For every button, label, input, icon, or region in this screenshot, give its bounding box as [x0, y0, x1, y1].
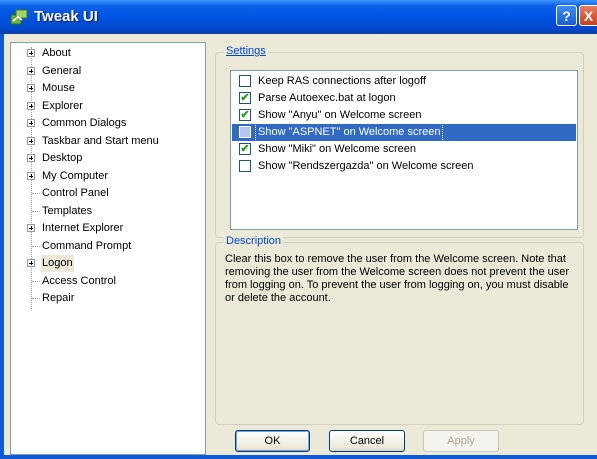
checkbox-unchecked-icon[interactable]: [239, 160, 251, 172]
expand-plus-icon[interactable]: [27, 101, 35, 110]
tweakui-app-icon: [10, 9, 28, 25]
tree-connector-line: [32, 280, 40, 282]
expand-plus-icon[interactable]: [27, 224, 35, 232]
tree-item-label: Taskbar and Start menu: [42, 134, 159, 147]
tree-item[interactable]: General: [11, 63, 201, 80]
tree-item-label: Control Panel: [42, 187, 109, 199]
settings-list[interactable]: Keep RAS connections after logoff ✔ Parse …: [230, 70, 578, 230]
tree-item[interactable]: Command Prompt: [11, 238, 201, 255]
tree-connector-line: [32, 245, 40, 247]
setting-row[interactable]: ✔ Parse Autoexec.bat at logon: [232, 90, 576, 107]
tree-item[interactable]: Taskbar and Start menu: [11, 133, 201, 150]
description-groupbox: Description Clear this box to remove the…: [215, 235, 584, 425]
expand-plus-icon[interactable]: [27, 154, 35, 162]
expand-plus-icon[interactable]: [27, 136, 35, 145]
description-text: Clear this box to remove the user from t…: [225, 253, 570, 304]
expand-plus-icon[interactable]: [27, 259, 35, 267]
tree-item-label: Internet Explorer: [42, 222, 124, 234]
tree-item-label: Desktop: [42, 152, 83, 164]
setting-label: Parse Autoexec.bat at logon: [258, 92, 396, 104]
tree-connector-line: [32, 298, 40, 299]
tree-item[interactable]: Templates: [11, 203, 201, 220]
tree-item[interactable]: Desktop: [11, 150, 201, 167]
description-groupbox-title: Description: [224, 235, 284, 247]
tree-item-label: Logon: [41, 255, 74, 272]
tree-item-label: Templates: [42, 204, 93, 217]
tree-item-label: About: [42, 47, 71, 59]
tree-item[interactable]: About: [11, 45, 201, 62]
setting-label: Show "Anyu" on Welcome screen: [258, 109, 422, 121]
window-title: Tweak UI: [34, 8, 98, 25]
tree-item[interactable]: Logon: [11, 255, 201, 272]
setting-row[interactable]: ✔ Show "Anyu" on Welcome screen: [232, 107, 576, 124]
tree-item-label: Explorer: [42, 99, 83, 112]
settings-groupbox: Settings Keep RAS connections after logo…: [215, 45, 584, 238]
setting-label: Show "Rendszergazda" on Welcome screen: [258, 160, 474, 172]
tree-item[interactable]: My Computer: [11, 168, 201, 185]
cancel-button[interactable]: Cancel: [329, 430, 405, 452]
right-panel: Settings Keep RAS connections after logo…: [210, 42, 597, 455]
expand-plus-icon[interactable]: [27, 119, 35, 127]
settings-groupbox-title: Settings: [224, 45, 268, 57]
tree-item[interactable]: Mouse: [11, 80, 201, 97]
help-button[interactable]: ?: [556, 5, 577, 26]
tree-item[interactable]: Explorer: [11, 98, 201, 115]
tree-item-label: Common Dialogs: [42, 117, 127, 129]
setting-row[interactable]: Keep RAS connections after logoff: [232, 73, 576, 90]
window-frame-bottom: [0, 455, 597, 459]
category-tree[interactable]: About General Mouse Explorer Common Dialogs T…: [10, 42, 206, 455]
checkbox-checked-icon[interactable]: ✔: [239, 92, 251, 104]
tree-item[interactable]: Access Control: [11, 273, 201, 290]
tree-item-label: Access Control: [42, 274, 116, 287]
tree-item-label: General: [42, 64, 82, 77]
tree-item-label: My Computer: [42, 169, 109, 182]
expand-plus-icon[interactable]: [27, 84, 35, 92]
expand-plus-icon[interactable]: [27, 171, 35, 180]
tree-item[interactable]: Common Dialogs: [11, 115, 201, 132]
tree-item[interactable]: Control Panel: [11, 185, 201, 202]
checkbox-checked-icon[interactable]: ✔: [239, 109, 251, 121]
tree-item[interactable]: Repair: [11, 290, 201, 307]
tree-item-label: Mouse: [42, 82, 76, 94]
tree-connector-line: [32, 193, 40, 194]
setting-label: Keep RAS connections after logoff: [258, 75, 426, 87]
close-button[interactable]: X: [579, 5, 597, 26]
checkbox-unchecked-icon[interactable]: [239, 126, 251, 138]
tree-connector-line: [32, 210, 40, 212]
tree-item[interactable]: Internet Explorer: [11, 220, 201, 237]
setting-row[interactable]: Show "ASPNET" on Welcome screen: [232, 123, 576, 142]
expand-plus-icon[interactable]: [27, 66, 35, 75]
setting-row[interactable]: ✔ Show "Miki" on Welcome screen: [232, 141, 576, 158]
title-bar[interactable]: Tweak UI ? X: [0, 0, 597, 34]
setting-label: Show "ASPNET" on Welcome screen: [254, 123, 444, 142]
checkbox-checked-icon[interactable]: ✔: [239, 143, 251, 155]
expand-plus-icon[interactable]: [27, 49, 35, 57]
tree-item-label: Command Prompt: [42, 239, 132, 252]
tree-item-label: Repair: [42, 292, 75, 304]
apply-button[interactable]: Apply: [423, 430, 499, 452]
setting-row[interactable]: Show "Rendszergazda" on Welcome screen: [232, 158, 576, 175]
setting-label: Show "Miki" on Welcome screen: [258, 143, 416, 155]
ok-button[interactable]: OK: [235, 430, 310, 452]
checkbox-unchecked-icon[interactable]: [239, 75, 251, 87]
tweak-ui-window: Tweak UI ? X About General Mouse Explorer Co…: [0, 0, 597, 459]
